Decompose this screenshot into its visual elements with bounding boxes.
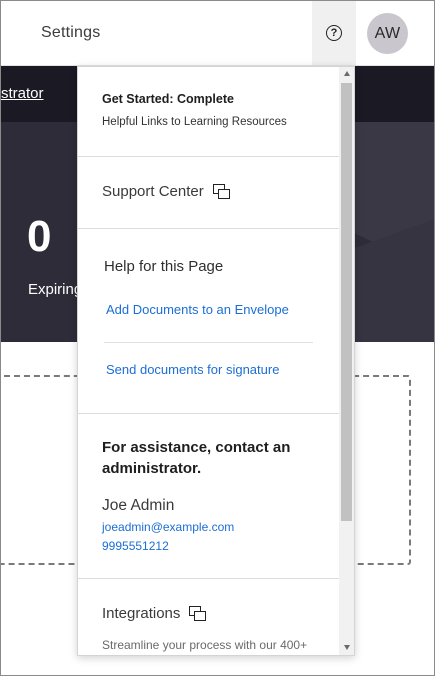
get-started-title: Get Started: Complete (102, 92, 234, 106)
scroll-down-arrow-icon[interactable] (344, 645, 350, 650)
admin-email-link[interactable]: joeadmin@example.com (102, 520, 234, 534)
help-menu-content: Get Started: Complete Helpful Links to L… (78, 67, 340, 655)
assistance-heading: For assistance, contact an administrator… (102, 439, 291, 477)
help-link-add-documents[interactable]: Add Documents to an Envelope (106, 302, 289, 317)
help-dropdown-menu: Get Started: Complete Helpful Links to L… (77, 66, 355, 656)
question-circle-icon: ? (326, 25, 342, 41)
top-header: Settings ? AW (1, 1, 434, 66)
divider (104, 342, 313, 343)
support-center-link[interactable]: Support Center (102, 183, 230, 200)
scroll-up-arrow-icon[interactable] (344, 71, 350, 76)
settings-nav-link[interactable]: Settings (41, 24, 100, 42)
expiring-count[interactable]: 0 (27, 215, 51, 259)
expiring-label: Expiring (28, 281, 83, 298)
help-for-page-section (78, 229, 340, 414)
support-center-label: Support Center (102, 183, 204, 200)
menu-scrollbar[interactable] (339, 67, 354, 655)
scroll-thumb[interactable] (341, 83, 352, 521)
app-window: Settings ? AW strator 0 Expiring Get Sta… (0, 0, 435, 676)
integrations-label: Integrations (102, 605, 181, 622)
admin-name: Joe Admin (102, 497, 175, 514)
external-link-icon (189, 606, 207, 621)
external-link-icon (212, 184, 230, 199)
administrator-link[interactable]: strator (1, 85, 44, 102)
help-link-send-documents[interactable]: Send documents for signature (106, 362, 279, 377)
integrations-link[interactable]: Integrations (102, 605, 207, 622)
get-started-subtitle: Helpful Links to Learning Resources (102, 116, 287, 128)
user-avatar[interactable]: AW (367, 13, 408, 54)
integrations-description: Streamline your process with our 400+ (102, 638, 308, 652)
admin-phone-link[interactable]: 9995551212 (102, 539, 169, 553)
help-for-page-title: Help for this Page (104, 258, 224, 275)
avatar-initials: AW (374, 24, 401, 42)
help-button[interactable]: ? (312, 1, 356, 65)
get-started-section[interactable]: Get Started: Complete Helpful Links to L… (78, 67, 340, 157)
support-center-section: Support Center (78, 157, 340, 229)
